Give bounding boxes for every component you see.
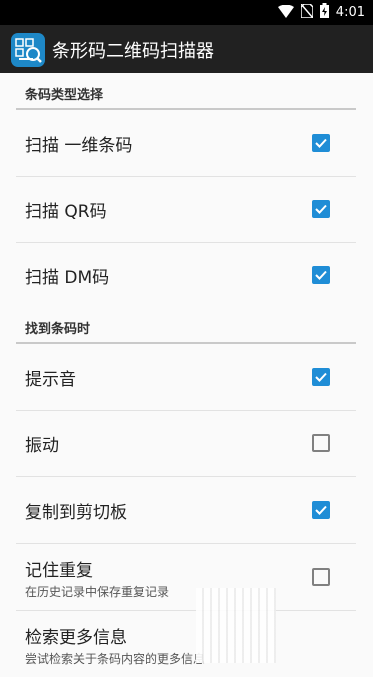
pref-title: 提示音 (25, 370, 76, 390)
checkbox-scan-1d-barcode[interactable] (312, 134, 330, 152)
pref-remember-duplicates[interactable]: 记住重复 在历史记录中保存重复记录 (16, 544, 356, 611)
checkbox-remember-duplicates[interactable] (312, 568, 330, 586)
pref-copy-to-clipboard[interactable]: 复制到剪切板 (16, 477, 356, 544)
no-sim-icon (300, 3, 314, 22)
pref-title: 扫描 DM码 (25, 268, 110, 288)
section-header-label: 找到条码时 (25, 322, 91, 337)
pref-retrieve-more-info[interactable]: 检索更多信息 尝试检索关于条码内容的更多信息 (16, 611, 356, 677)
barcode-scanner-app-icon[interactable] (11, 33, 45, 67)
section-header-on-barcode-found: 找到条码时 (16, 310, 356, 344)
checkbox-scan-qr-code[interactable] (312, 200, 330, 218)
pref-vibrate[interactable]: 振动 (16, 410, 356, 477)
pref-title: 记住重复 (25, 561, 93, 581)
pref-title: 振动 (25, 436, 59, 456)
app-bar: 条形码二维码扫描器 (0, 25, 373, 73)
checkbox-copy-to-clipboard[interactable] (312, 501, 330, 519)
battery-icon (319, 3, 329, 22)
wifi-icon (277, 3, 294, 22)
pref-summary: 在历史记录中保存重复记录 (25, 585, 170, 599)
pref-scan-qr-code[interactable]: 扫描 QR码 (16, 176, 356, 243)
pref-title: 扫描 QR码 (25, 202, 107, 222)
checkbox-vibrate[interactable] (312, 434, 330, 452)
checkbox-beep[interactable] (312, 368, 330, 386)
status-time: 4:01 (335, 5, 365, 20)
status-icons: 4:01 (277, 0, 365, 25)
pref-title: 扫描 一维条码 (25, 136, 133, 156)
pref-title: 复制到剪切板 (25, 503, 127, 523)
checkbox-scan-dm-code[interactable] (312, 266, 330, 284)
status-bar: 4:01 (0, 0, 373, 25)
app-title: 条形码二维码扫描器 (52, 41, 214, 62)
section-header-barcode-types: 条码类型选择 (16, 76, 356, 110)
watermark-overlay (196, 588, 276, 663)
pref-beep[interactable]: 提示音 (16, 344, 356, 411)
pref-summary: 尝试检索关于条码内容的更多信息 (25, 652, 206, 666)
pref-scan-dm-code[interactable]: 扫描 DM码 (16, 242, 356, 308)
pref-scan-1d-barcode[interactable]: 扫描 一维条码 (16, 110, 356, 177)
pref-title: 检索更多信息 (25, 628, 127, 648)
section-header-label: 条码类型选择 (25, 88, 104, 103)
